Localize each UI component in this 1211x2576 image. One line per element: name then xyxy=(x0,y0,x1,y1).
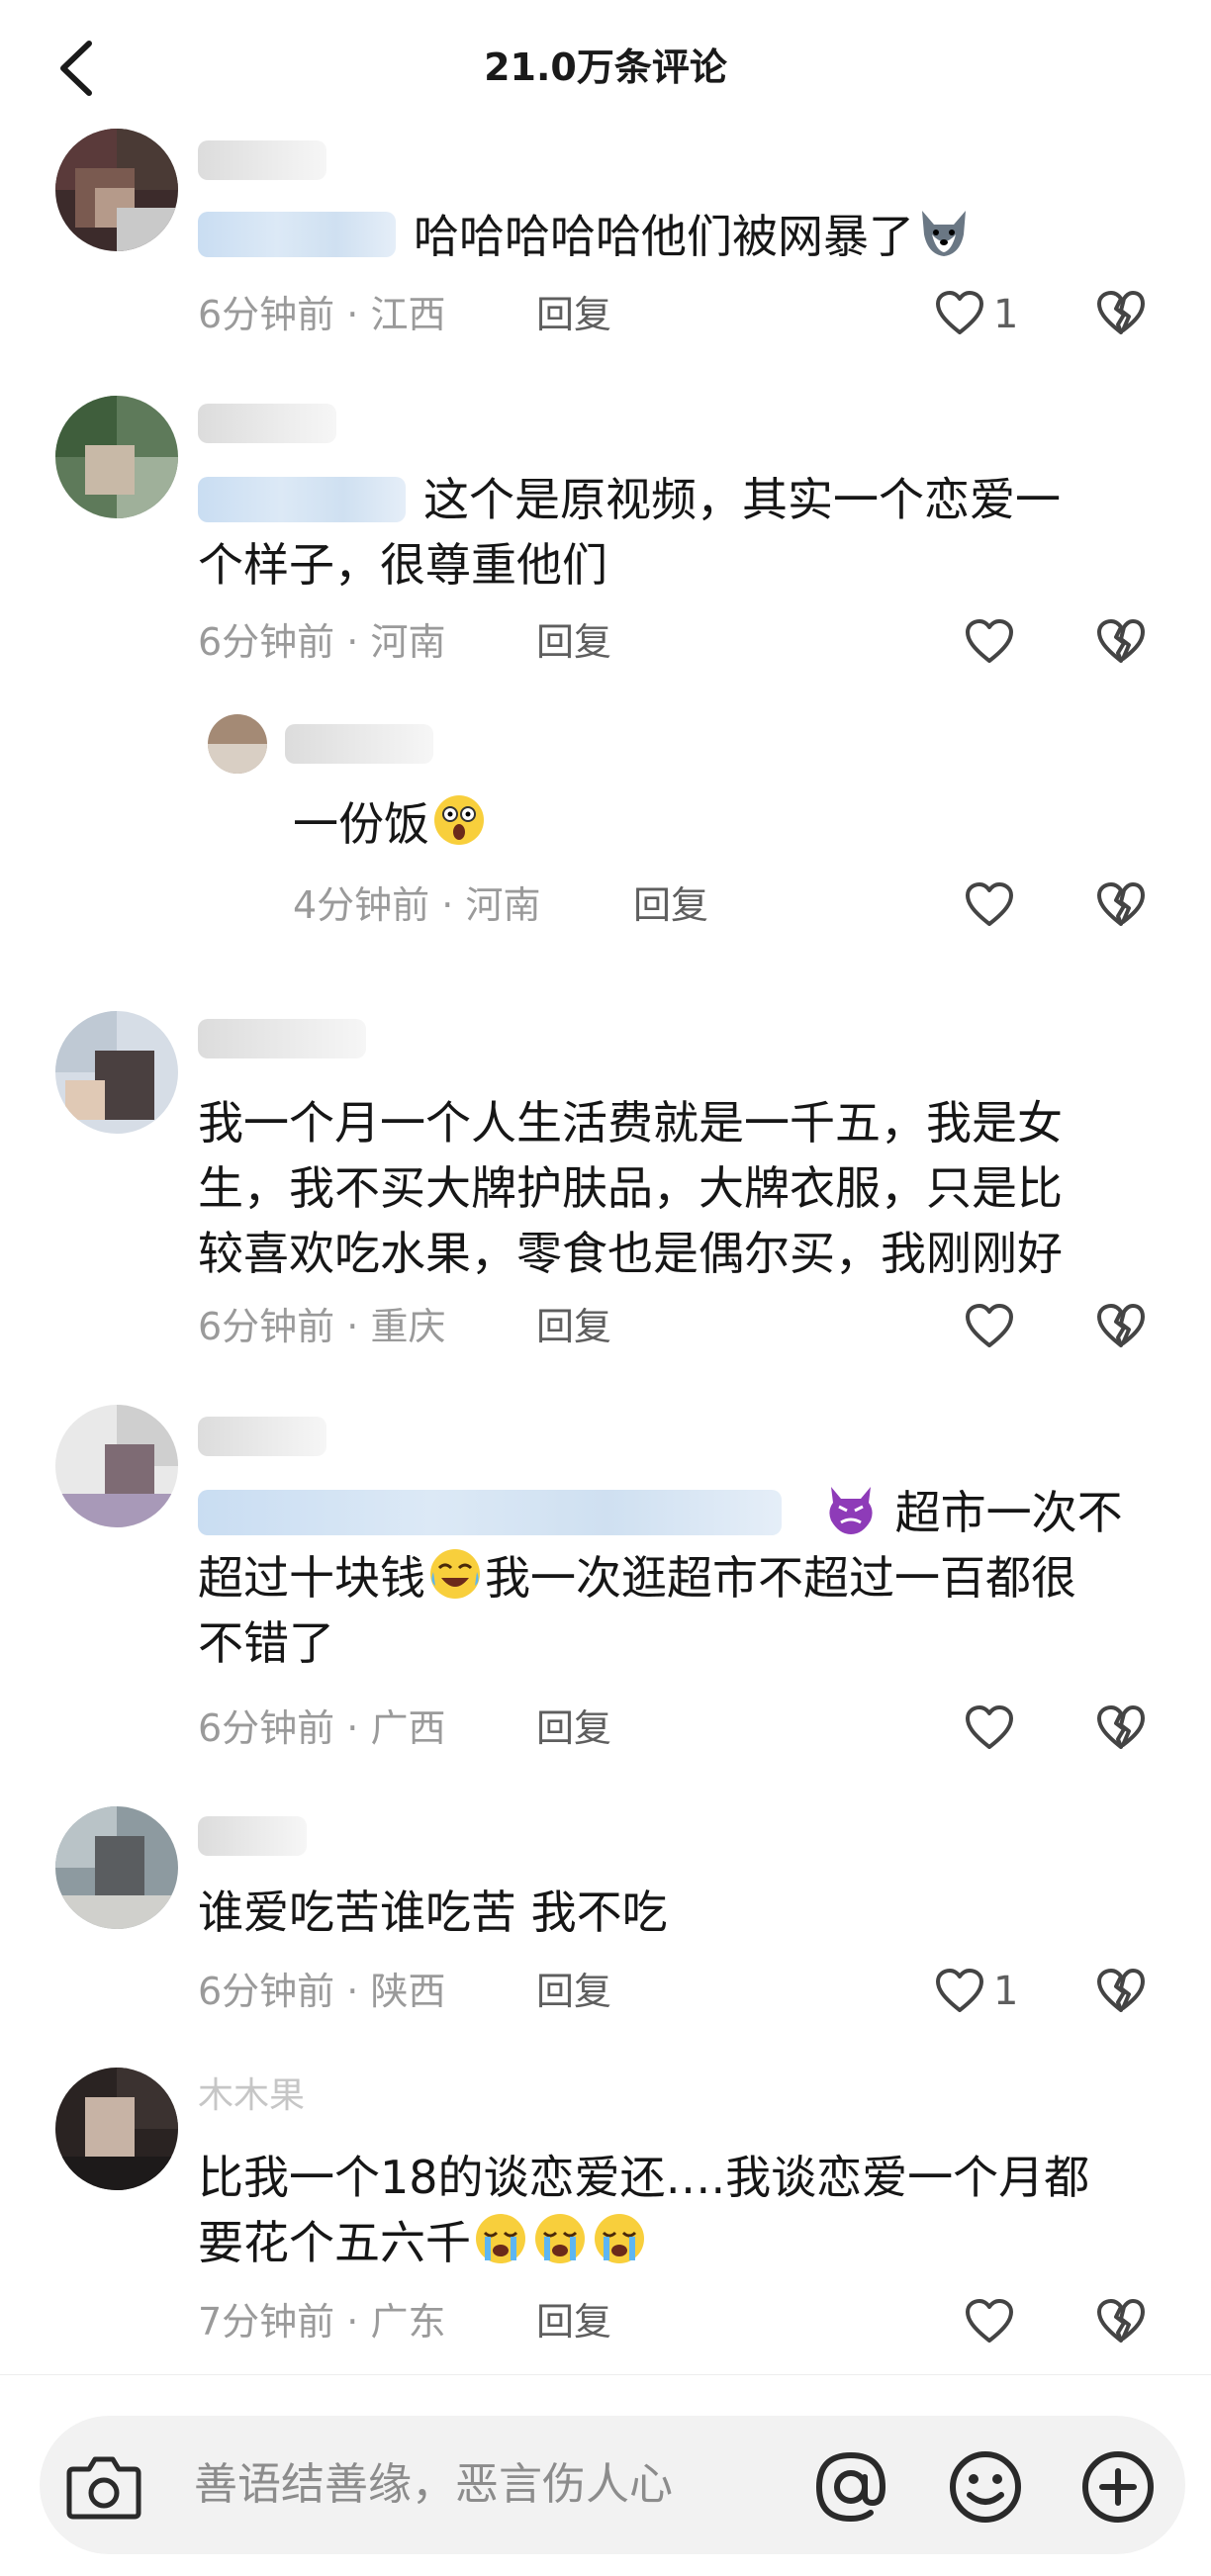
broken-heart-icon[interactable] xyxy=(1094,1302,1148,1351)
heart-icon[interactable] xyxy=(964,880,1015,930)
angry-devil-emoji-icon xyxy=(829,1487,873,1534)
camera-icon[interactable] xyxy=(65,2451,142,2521)
at-icon[interactable] xyxy=(811,2447,890,2527)
header: 21.0万条评论 xyxy=(0,0,1211,134)
username[interactable]: 木木果 xyxy=(198,2071,305,2121)
avatar[interactable] xyxy=(208,714,267,774)
plus-icon[interactable] xyxy=(1078,2447,1158,2527)
username-blurred[interactable] xyxy=(198,140,326,180)
avatar[interactable] xyxy=(55,1011,178,1134)
heart-icon[interactable] xyxy=(964,1703,1015,1753)
heart-icon[interactable] xyxy=(964,2297,1015,2346)
loudly-crying-emoji-icon xyxy=(595,2214,644,2263)
heart-icon[interactable] xyxy=(964,1302,1015,1351)
comment-meta: 6分钟前 · 广西 xyxy=(198,1706,446,1750)
broken-heart-icon[interactable] xyxy=(1094,1703,1148,1753)
comment-text: 哈哈哈哈哈他们被网暴了 xyxy=(414,204,974,269)
reply-button[interactable]: 回复 xyxy=(536,1967,611,2016)
avatar[interactable] xyxy=(55,129,178,251)
comment-text: 一份饭 xyxy=(293,791,489,857)
username-blurred[interactable] xyxy=(198,1816,307,1856)
wolf-emoji-icon xyxy=(922,211,966,256)
username-blurred[interactable] xyxy=(198,1019,366,1058)
emoji-icon[interactable] xyxy=(946,2447,1025,2527)
astonished-emoji-icon xyxy=(434,795,484,845)
comment-input-placeholder[interactable]: 善语结善缘，恶言伤人心 xyxy=(194,2453,673,2517)
heart-icon[interactable] xyxy=(934,1967,985,2016)
avatar[interactable] xyxy=(55,1405,178,1527)
broken-heart-icon[interactable] xyxy=(1094,880,1148,930)
username-blurred[interactable] xyxy=(198,404,336,443)
broken-heart-icon[interactable] xyxy=(1094,617,1148,667)
comment-text: 比我一个18的谈恋爱还….我谈恋爱一个月都 要花个五六千 xyxy=(198,2151,1090,2269)
like-count: 1 xyxy=(993,292,1019,337)
comment-meta: 6分钟前 · 河南 xyxy=(198,620,446,664)
avatar[interactable] xyxy=(55,1806,178,1929)
broken-heart-icon[interactable] xyxy=(1094,1967,1148,2016)
comment-meta: 6分钟前 · 江西 xyxy=(198,293,446,336)
mention-blurred[interactable] xyxy=(198,212,396,257)
loudly-crying-emoji-icon xyxy=(476,2214,525,2263)
comment-meta: 4分钟前 · 河南 xyxy=(293,883,541,927)
comment-text: 这个是原视频，其实一个恋爱一 个样子，很尊重他们 xyxy=(198,473,1061,592)
reply-button[interactable]: 回复 xyxy=(536,617,611,667)
heart-icon[interactable] xyxy=(934,289,985,338)
heart-icon[interactable] xyxy=(964,617,1015,667)
username-blurred[interactable] xyxy=(198,1417,326,1456)
reply-button[interactable]: 回复 xyxy=(633,880,708,930)
loudly-crying-emoji-icon xyxy=(535,2214,585,2263)
reply-button[interactable]: 回复 xyxy=(536,1302,611,1351)
broken-heart-icon[interactable] xyxy=(1094,289,1148,338)
reply-button[interactable]: 回复 xyxy=(536,1703,611,1753)
page-title: 21.0万条评论 xyxy=(484,46,727,89)
comment-text: 超市一次不 超过十块钱 我一次逛超市不超过一百都很 不错了 xyxy=(198,1480,1197,1676)
reply-button[interactable]: 回复 xyxy=(536,2297,611,2346)
avatar[interactable] xyxy=(55,396,178,518)
comment-meta: 6分钟前 · 重庆 xyxy=(198,1305,446,1348)
like-count: 1 xyxy=(993,1969,1019,2014)
crying-laughing-emoji-icon xyxy=(430,1549,480,1599)
comment-text: 我一个月一个人生活费就是一千五，我是女 生，我不买大牌护肤品，大牌衣服，只是比 … xyxy=(198,1096,1063,1280)
comment-text: 谁爱吃苦谁吃苦 我不吃 xyxy=(198,1886,668,1939)
username-blurred[interactable] xyxy=(285,724,433,764)
reply-button[interactable]: 回复 xyxy=(536,290,611,339)
broken-heart-icon[interactable] xyxy=(1094,2297,1148,2346)
comment-meta: 6分钟前 · 陕西 xyxy=(198,1970,446,2013)
comment-meta: 7分钟前 · 广东 xyxy=(198,2300,446,2344)
avatar[interactable] xyxy=(55,2068,178,2190)
